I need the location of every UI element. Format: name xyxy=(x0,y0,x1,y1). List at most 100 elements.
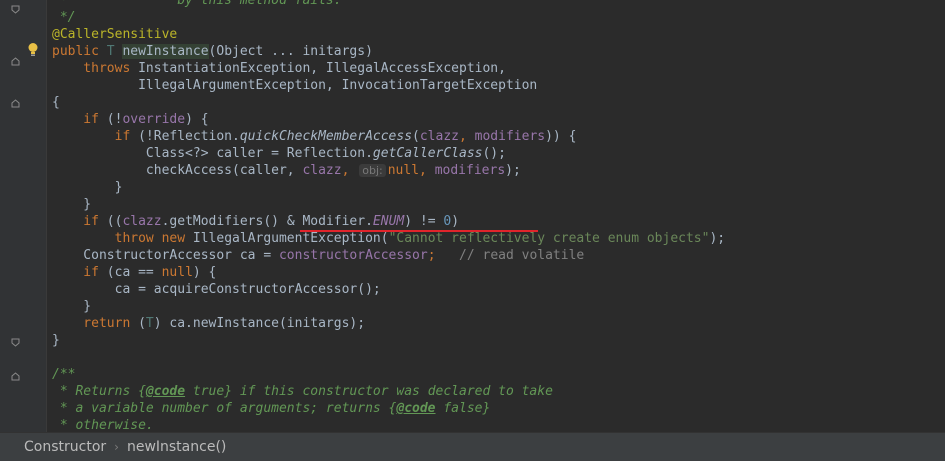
type-param-token: T xyxy=(106,44,123,59)
comma-token: , xyxy=(459,129,475,144)
code-editor[interactable]: * by this method fails. */ @CallerSensit… xyxy=(0,0,945,432)
code-token: .getModifiers() & Modifier. xyxy=(161,214,373,229)
fold-icon[interactable] xyxy=(11,372,20,381)
code-line: if (ca == null) { xyxy=(52,264,725,281)
code-token: ) { xyxy=(192,265,217,280)
code-line: return (T) ca.newInstance(initargs); xyxy=(52,315,725,332)
code-text[interactable]: * by this method fails. */ @CallerSensit… xyxy=(52,0,725,432)
breadcrumb-class[interactable]: Constructor xyxy=(24,439,106,455)
javadoc-tag: @code xyxy=(396,401,436,416)
javadoc-text: false} xyxy=(435,401,491,416)
static-method-token: quickCheckMemberAccess xyxy=(239,129,413,144)
field-token: clazz xyxy=(122,214,162,229)
code-token: ( xyxy=(412,129,420,144)
code-token: InstantiationException, IllegalAccessExc… xyxy=(138,61,506,76)
code-line: if (!Reflection.quickCheckMemberAccess(c… xyxy=(52,128,725,145)
type-param-token: T xyxy=(145,316,154,331)
code-line: /** xyxy=(52,366,725,383)
javadoc-text: * a variable number of arguments; return… xyxy=(52,401,397,416)
code-token: ( xyxy=(138,316,146,331)
field-token: clazz xyxy=(419,129,459,144)
fold-icon[interactable] xyxy=(11,5,20,14)
code-token: ) { xyxy=(185,112,209,127)
method-name-highlight[interactable]: newInstance xyxy=(122,44,209,59)
code-token: } xyxy=(52,333,60,348)
keyword-token: public xyxy=(52,44,107,59)
code-line: ConstructorAccessor ca = constructorAcce… xyxy=(52,247,725,264)
code-line: throw new IllegalArgumentException("Cann… xyxy=(52,230,726,247)
code-token: (! xyxy=(106,112,123,127)
javadoc-text: true} if this constructor was declared t… xyxy=(185,384,553,399)
intention-bulb-icon[interactable] xyxy=(27,42,39,58)
javadoc-text: * otherwise. xyxy=(52,418,154,432)
static-method-token: getCallerClass xyxy=(372,146,483,161)
code-token: IllegalArgumentException( xyxy=(192,231,389,246)
code-token: (Object ... initargs) xyxy=(208,44,373,59)
keyword-token: throws xyxy=(52,61,139,76)
javadoc-text: * Returns { xyxy=(52,384,146,399)
code-token: (!Reflection. xyxy=(138,129,240,144)
code-line: checkAccess(caller, clazz, obj: null, mod… xyxy=(52,162,725,179)
code-line: } xyxy=(52,179,725,196)
annotation-token: @CallerSensitive xyxy=(52,27,178,42)
line-comment: // read volatile xyxy=(459,248,585,263)
code-token: (ca == xyxy=(106,265,162,280)
field-token: modifiers xyxy=(474,129,546,144)
keyword-token: return xyxy=(52,316,139,331)
breadcrumb-separator: › xyxy=(114,440,119,454)
fold-icon[interactable] xyxy=(11,99,20,108)
code-line: * by this method fails. xyxy=(52,0,725,9)
code-token: Class<?> caller = Reflection. xyxy=(52,146,373,161)
comma-token: , xyxy=(419,163,435,178)
keyword-token: if xyxy=(52,112,107,127)
code-line: * a variable number of arguments; return… xyxy=(52,400,725,417)
parameter-hint: obj: xyxy=(359,164,386,177)
code-line: public T newInstance(Object ... initargs… xyxy=(52,43,725,60)
keyword-token: if xyxy=(52,129,139,144)
code-token: ) ca.newInstance(initargs); xyxy=(153,316,366,331)
code-token: (); xyxy=(482,146,506,161)
code-token: checkAccess(caller, xyxy=(52,163,303,178)
code-line: * Returns {@code true} if this construct… xyxy=(52,383,725,400)
keyword-token: if xyxy=(52,265,107,280)
javadoc-tag: @code xyxy=(145,384,186,399)
fold-icon[interactable] xyxy=(11,338,20,347)
fold-icon[interactable] xyxy=(11,57,20,66)
keyword-token: throw new xyxy=(52,231,193,246)
editor-gutter[interactable] xyxy=(0,0,46,432)
code-line: */ xyxy=(52,9,725,26)
code-line: if (!override) { xyxy=(52,111,725,128)
code-line: ca = acquireConstructorAccessor(); xyxy=(52,281,725,298)
code-line: throws InstantiationException, IllegalAc… xyxy=(52,60,725,77)
code-line: @CallerSensitive xyxy=(52,26,725,43)
code-line: IllegalArgumentException, InvocationTarg… xyxy=(52,77,725,94)
keyword-token: if xyxy=(52,214,107,229)
code-line: * otherwise. xyxy=(52,417,725,432)
keyword-token: null xyxy=(161,265,193,280)
code-line: Class<?> caller = Reflection.getCallerCl… xyxy=(52,145,725,162)
comma-token: , xyxy=(341,163,358,178)
field-token: clazz xyxy=(302,163,342,178)
keyword-token: null xyxy=(387,163,420,178)
code-line: } xyxy=(52,196,725,213)
field-token: override xyxy=(122,112,186,127)
code-token: } xyxy=(52,299,92,314)
string-token: "Cannot reflectively create enum objects… xyxy=(388,231,710,246)
javadoc-text: * by this method fails. xyxy=(52,0,342,8)
code-token: (( xyxy=(106,214,123,229)
static-field-token: ENUM xyxy=(372,214,405,229)
javadoc-text: */ xyxy=(52,10,76,25)
code-line: { xyxy=(52,94,725,111)
field-token: constructorAccessor xyxy=(278,248,428,263)
code-token: ); xyxy=(505,163,521,178)
code-line: } xyxy=(52,298,725,315)
code-token: IllegalArgumentException, InvocationTarg… xyxy=(52,78,538,93)
breadcrumb-method[interactable]: newInstance() xyxy=(127,439,226,455)
code-token: ConstructorAccessor ca = xyxy=(52,248,279,263)
field-token: modifiers xyxy=(434,163,506,178)
code-token: ); xyxy=(709,231,726,246)
code-token: ) != xyxy=(404,214,444,229)
code-token: )) { xyxy=(545,129,577,144)
code-token: ca = acquireConstructorAccessor(); xyxy=(52,282,381,297)
